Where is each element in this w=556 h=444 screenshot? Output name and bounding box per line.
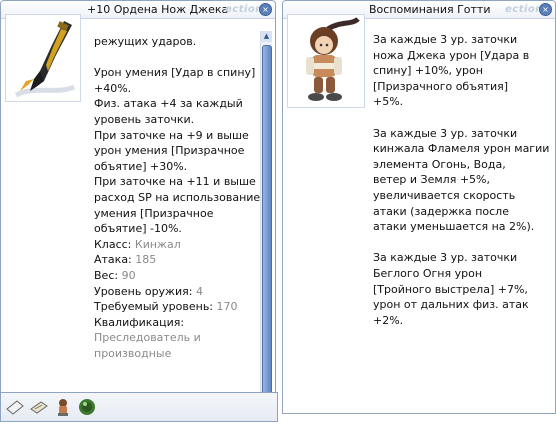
desc-line: Физ. атака +4 за каждый bbox=[94, 97, 243, 111]
dagger-icon bbox=[14, 21, 76, 98]
desc-line: урон умения [Призрачное bbox=[94, 144, 245, 158]
desc-line: объятие] +30%. bbox=[94, 159, 188, 173]
desc-line: элемента Огонь, Вода, bbox=[373, 157, 506, 171]
desc-line bbox=[94, 50, 260, 66]
left-window-title: +10 Ордена Нож Джека bbox=[87, 3, 229, 16]
right-description: За каждые 3 ур. заточки ножа Джека урон … bbox=[373, 32, 549, 328]
desc-line: спину] +10%, урон bbox=[373, 64, 483, 78]
card-icon[interactable] bbox=[5, 397, 25, 417]
desc-line: [Призрачного объятия] bbox=[373, 79, 509, 93]
desc-line bbox=[373, 110, 549, 126]
close-icon[interactable]: × bbox=[539, 3, 552, 16]
item-info-window-right: Воспоминания Готти ections × За каждые 3… bbox=[282, 0, 556, 414]
doll-icon bbox=[306, 16, 360, 101]
prop-class: Класс: Кинжал bbox=[94, 237, 181, 251]
desc-line: +5%. bbox=[373, 95, 404, 109]
desc-line: ветер и Земля +5%, bbox=[373, 173, 490, 187]
prop-weight: Вес: 90 bbox=[94, 268, 136, 282]
desc-line: увеличивается скорость bbox=[373, 188, 516, 202]
desc-line: [Тройного выстрела] +7%, bbox=[373, 282, 528, 296]
right-window-title: Воспоминания Готти bbox=[369, 3, 491, 16]
desc-line: атаки (задержка после bbox=[373, 204, 509, 218]
card-slot-bar bbox=[0, 392, 278, 422]
qual-line: производные bbox=[94, 346, 172, 360]
scroll-up-icon[interactable]: ▲ bbox=[261, 31, 272, 42]
desc-line: урон от дальних физ. атак bbox=[373, 298, 529, 312]
desc-line: умения [Призрачное bbox=[94, 206, 214, 220]
desc-line: При заточке на +11 и выше bbox=[94, 175, 256, 189]
doll-slot-icon[interactable] bbox=[53, 397, 73, 417]
prop-weapon-level: Уровень оружия: 4 bbox=[94, 284, 203, 298]
desc-line: уровень заточки. bbox=[94, 112, 195, 126]
desc-line: расход SP на использование bbox=[94, 190, 261, 204]
item-image-frame bbox=[5, 14, 81, 102]
orb-icon[interactable] bbox=[77, 397, 97, 417]
desc-line: За каждые 3 ур. заточки bbox=[373, 251, 518, 265]
left-description: режущих ударов. Урон умения [Удар в спин… bbox=[94, 34, 260, 361]
desc-line: За каждые 3 ур. заточки bbox=[373, 126, 518, 140]
desc-line: кинжала Фламеля урон магии bbox=[373, 142, 550, 156]
desc-line bbox=[373, 235, 549, 251]
prop-attack: Атака: 185 bbox=[94, 253, 157, 267]
desc-line: При заточке на +9 и выше bbox=[94, 128, 249, 142]
desc-line: режущих ударов. bbox=[94, 35, 197, 48]
item-info-window-left: +10 Ордена Нож Джека ections × режущих у… bbox=[0, 0, 276, 414]
desc-line: За каждые 3 ур. заточки bbox=[373, 33, 518, 46]
left-scrollbar[interactable]: ▲ ▼ bbox=[260, 31, 272, 412]
desc-line: +2%. bbox=[373, 313, 404, 327]
close-icon[interactable]: × bbox=[259, 3, 272, 16]
desc-line: ножа Джека урон [Удара в bbox=[373, 48, 530, 62]
prop-qualification: Квалификация: bbox=[94, 315, 185, 329]
doll-image-frame bbox=[287, 14, 365, 108]
prop-required-level: Требуемый уровень: 170 bbox=[94, 300, 238, 314]
scroll-thumb[interactable] bbox=[262, 45, 272, 399]
desc-line: Беглого Огня урон bbox=[373, 266, 483, 280]
desc-line: Урон умения [Удар в спину] bbox=[94, 66, 256, 80]
desc-line: +40%. bbox=[94, 81, 132, 95]
qual-line: Преследователь и bbox=[94, 331, 201, 345]
scroll-icon[interactable] bbox=[29, 397, 49, 417]
desc-line: объятие] -10%. bbox=[94, 222, 182, 236]
desc-line: атаки уменьшается на 2%). bbox=[373, 220, 535, 234]
